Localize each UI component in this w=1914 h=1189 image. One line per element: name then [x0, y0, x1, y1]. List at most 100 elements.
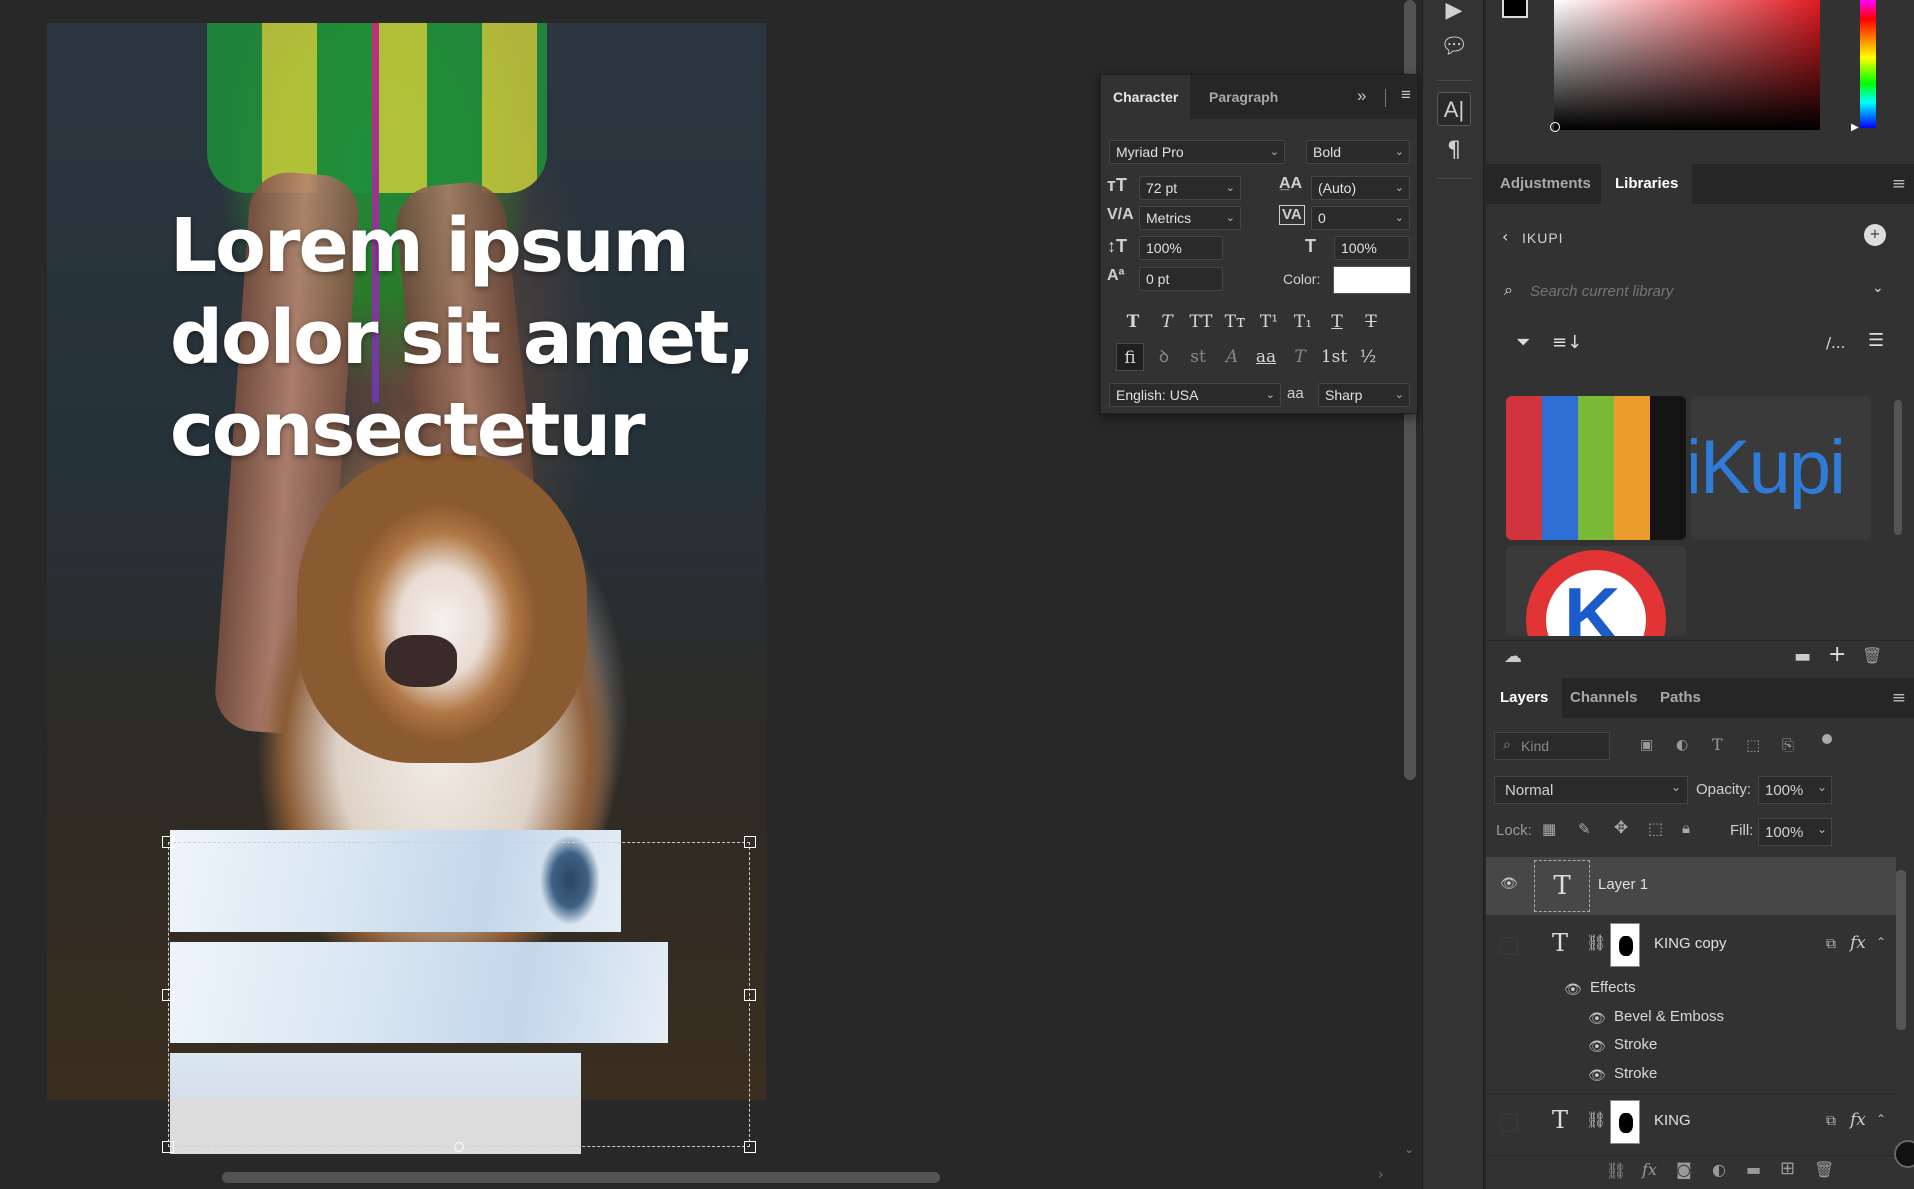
paragraph-panel-icon[interactable]: ¶: [1437, 134, 1471, 168]
layer-row-king-copy[interactable]: T ⛓ KING copy ⧉ fx ⌃: [1486, 917, 1896, 975]
library-name[interactable]: IKUPI: [1522, 230, 1564, 246]
leading-field[interactable]: (Auto) ⌄: [1311, 176, 1410, 200]
vertical-scale-field[interactable]: 100%: [1139, 236, 1223, 260]
library-ikupi-logo[interactable]: iKupi: [1691, 396, 1871, 540]
fill-field[interactable]: 100% ⌄: [1758, 818, 1832, 846]
library-k-logo[interactable]: K: [1506, 546, 1686, 636]
fractions-button[interactable]: ½: [1354, 343, 1382, 371]
reference-point-icon[interactable]: [454, 1142, 464, 1152]
horizontal-scale-field[interactable]: 100%: [1334, 236, 1410, 260]
faux-bold-button[interactable]: T: [1119, 308, 1147, 336]
chevron-down-icon[interactable]: ⌄: [1872, 280, 1884, 296]
collapse-panel-icon[interactable]: »: [1357, 86, 1366, 106]
filter-type-icon[interactable]: T: [1712, 735, 1723, 754]
tracking-field[interactable]: 0 ⌄: [1311, 206, 1410, 230]
effect-row-stroke-2[interactable]: 👁︎ Stroke: [1486, 1061, 1896, 1089]
visibility-eye-icon[interactable]: 👁︎: [1588, 1067, 1606, 1084]
lock-image-brush-icon[interactable]: ✎: [1578, 820, 1591, 838]
visibility-eye-icon[interactable]: 👁︎: [1588, 1010, 1606, 1027]
faux-italic-button[interactable]: T: [1153, 308, 1181, 336]
scroll-right-arrow-icon[interactable]: ›: [1378, 1167, 1384, 1183]
delete-layer-icon[interactable]: 🗑︎: [1814, 1160, 1834, 1179]
new-group-folder-icon[interactable]: ▬: [1794, 646, 1811, 667]
font-size-field[interactable]: 72 pt ⌄: [1139, 176, 1241, 200]
transform-handle-bl[interactable]: [162, 1141, 174, 1153]
sort-icon[interactable]: ≡↓: [1552, 332, 1582, 353]
horizontal-scrollbar[interactable]: ›: [0, 1165, 1398, 1189]
font-family-select[interactable]: Myriad Pro ⌄: [1109, 140, 1285, 164]
font-style-select[interactable]: Bold ⌄: [1306, 140, 1410, 164]
panel-menu-icon[interactable]: ≡: [1401, 85, 1411, 105]
visibility-eye-icon[interactable]: 👁︎: [1500, 875, 1518, 892]
fx-icon[interactable]: fx: [1850, 933, 1866, 953]
color-swatch[interactable]: [1333, 266, 1411, 294]
layer-name[interactable]: KING copy: [1654, 935, 1727, 952]
lock-position-icon[interactable]: ✥: [1614, 818, 1628, 838]
visibility-toggle-empty[interactable]: [1500, 1114, 1518, 1132]
cloud-icon[interactable]: ☁: [1504, 646, 1522, 667]
headline-line-2[interactable]: dolor sit amet,: [170, 295, 756, 381]
scroll-down-arrow-icon[interactable]: ⌄: [1404, 1142, 1414, 1156]
collapse-effects-chevron-icon[interactable]: ⌃: [1876, 1112, 1886, 1126]
add-layer-style-icon[interactable]: fx: [1642, 1160, 1657, 1179]
filter-smartobject-icon[interactable]: ⎘: [1782, 736, 1794, 754]
play-icon[interactable]: ▶: [1437, 0, 1471, 28]
panel-menu-icon[interactable]: ≡: [1892, 174, 1906, 194]
lock-all-icon[interactable]: 🔒︎: [1682, 819, 1690, 837]
delete-icon[interactable]: 🗑︎: [1862, 646, 1882, 665]
blend-mode-select[interactable]: Normal ⌄: [1494, 776, 1688, 804]
library-search-input[interactable]: [1530, 278, 1830, 304]
filter-adjustment-icon[interactable]: ◐: [1676, 737, 1688, 753]
horizontal-scroll-thumb[interactable]: [222, 1172, 940, 1183]
kind-filter-select[interactable]: ⌕ Kind: [1494, 732, 1610, 760]
language-select[interactable]: English: USA ⌄: [1109, 383, 1281, 407]
add-mask-icon[interactable]: ◙: [1676, 1160, 1692, 1179]
underline-button[interactable]: T: [1323, 308, 1351, 336]
ordinals-button[interactable]: 1st: [1320, 343, 1348, 371]
effects-row[interactable]: 👁︎ Effects: [1486, 975, 1896, 1003]
headline-line-1[interactable]: Lorem ipsum: [170, 203, 690, 289]
tab-character[interactable]: Character: [1101, 75, 1191, 119]
layer-row-king[interactable]: T ⛓ KING ⧉ fx ⌃: [1486, 1093, 1896, 1151]
visibility-toggle-empty[interactable]: [1500, 937, 1518, 955]
new-adjustment-layer-icon[interactable]: ◐: [1712, 1160, 1726, 1179]
transform-handle-tl[interactable]: [162, 836, 174, 848]
lock-artboard-icon[interactable]: ⬚: [1648, 819, 1663, 838]
fx-icon[interactable]: fx: [1850, 1110, 1866, 1130]
hue-slider-handle[interactable]: ▶: [1851, 122, 1859, 133]
standard-ligatures-button[interactable]: fi: [1116, 343, 1144, 371]
filter-toggle-icon[interactable]: [1822, 734, 1832, 744]
all-caps-button[interactable]: TT: [1187, 308, 1215, 336]
foreground-color-swatch[interactable]: [1502, 0, 1528, 18]
panel-collapse-badge[interactable]: [1894, 1140, 1914, 1168]
link-layers-icon[interactable]: ⛓: [1606, 1161, 1626, 1180]
group-view-icon[interactable]: /...: [1826, 334, 1845, 352]
transform-handle-mr[interactable]: [744, 989, 756, 1001]
kerning-field[interactable]: Metrics ⌄: [1139, 206, 1241, 230]
filter-pixel-icon[interactable]: ▣: [1640, 737, 1653, 753]
transform-handle-ml[interactable]: [162, 989, 174, 1001]
lock-transparent-icon[interactable]: ▦: [1542, 820, 1556, 838]
character-panel-icon[interactable]: A|: [1437, 92, 1471, 126]
invite-user-icon[interactable]: +: [1864, 224, 1886, 246]
library-scrollbar[interactable]: [1894, 400, 1902, 535]
tab-layers[interactable]: Layers: [1486, 678, 1563, 718]
tab-channels[interactable]: Channels: [1556, 678, 1652, 718]
tab-adjustments[interactable]: Adjustments: [1486, 164, 1605, 204]
link-chain-icon[interactable]: ⛓: [1586, 933, 1606, 953]
layer-row-layer-1[interactable]: 👁︎ T Layer 1: [1486, 857, 1896, 915]
comment-icon[interactable]: 💬︎: [1437, 30, 1471, 64]
character-panel[interactable]: Character Paragraph » ≡ Myriad Pro ⌄ Bol…: [1100, 74, 1418, 414]
tab-paragraph[interactable]: Paragraph: [1197, 75, 1290, 119]
swash-button[interactable]: A: [1218, 343, 1246, 371]
link-chain-icon[interactable]: ⛓: [1586, 1110, 1606, 1130]
opacity-field[interactable]: 100% ⌄: [1758, 776, 1832, 804]
titling-alternates-button[interactable]: T: [1286, 343, 1314, 371]
collapse-effects-chevron-icon[interactable]: ⌃: [1876, 935, 1886, 949]
small-caps-button[interactable]: Tт: [1221, 308, 1249, 336]
contextual-alternates-button[interactable]: ꝺ: [1150, 343, 1178, 371]
subscript-button[interactable]: T₁: [1289, 308, 1317, 336]
add-element-icon[interactable]: +: [1828, 642, 1846, 667]
new-layer-icon[interactable]: ⊞: [1780, 1158, 1795, 1179]
list-view-icon[interactable]: ☰: [1868, 330, 1884, 351]
